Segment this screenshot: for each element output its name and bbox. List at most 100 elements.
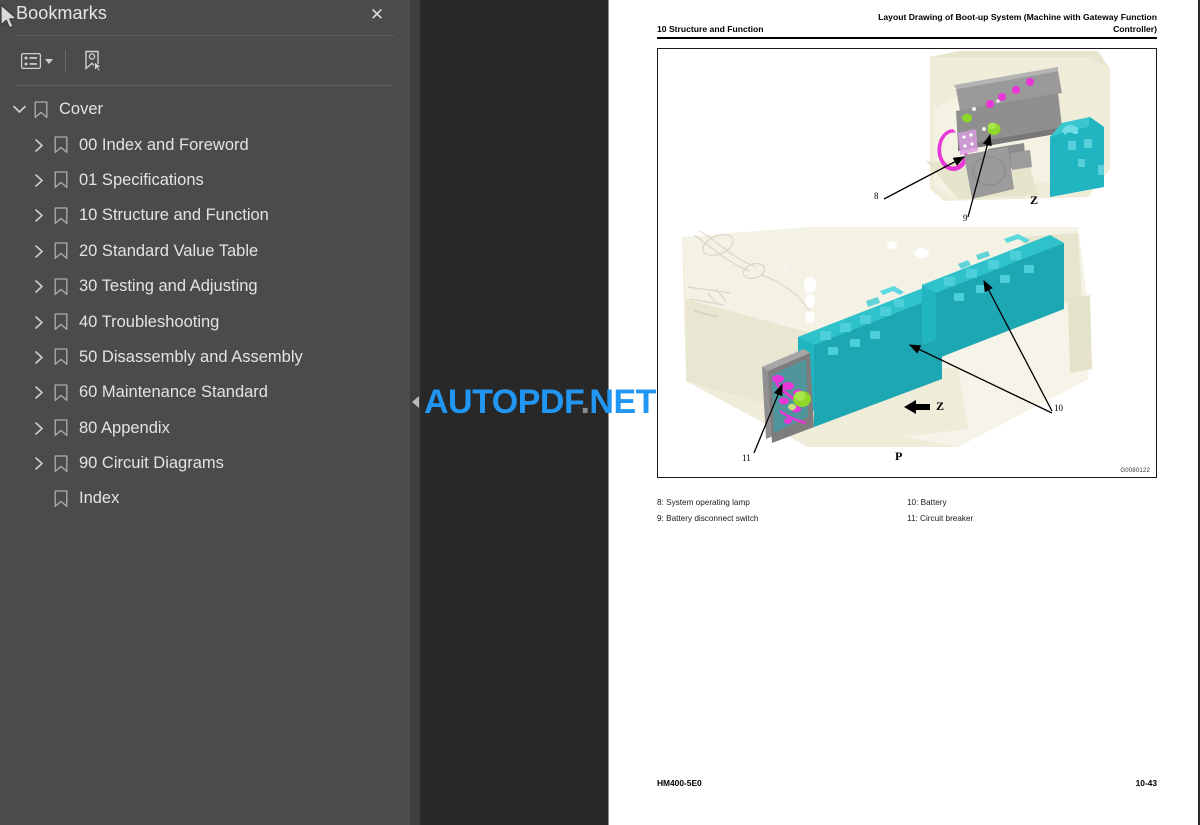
- chevron-right-icon[interactable]: [28, 315, 50, 329]
- bookmark-item-label: Cover: [59, 100, 104, 119]
- figure-top-view: [883, 51, 1110, 218]
- new-bookmark-icon[interactable]: [77, 46, 109, 76]
- chevron-right-icon: [34, 386, 43, 400]
- bookmark-glyph: [34, 101, 48, 118]
- figure-view-letter-z-top: Z: [1030, 193, 1039, 207]
- bookmark-item-30-testing-and-adjusting[interactable]: 30 Testing and Adjusting: [0, 269, 410, 304]
- technical-figure: 8 9 10 11 Z Z P G0080122: [657, 48, 1157, 478]
- bookmark-item-label: Index: [79, 489, 120, 508]
- figure-legend: 8: System operating lamp 9: Battery disc…: [657, 495, 1157, 526]
- bookmark-icon: [50, 136, 72, 154]
- bookmark-item-40-troubleshooting[interactable]: 40 Troubleshooting: [0, 304, 410, 339]
- bookmark-glyph: [54, 171, 68, 189]
- bookmark-glyph: [54, 242, 68, 260]
- bookmark-item-10-structure-and-function[interactable]: 10 Structure and Function: [0, 198, 410, 233]
- bookmark-item-label: 00 Index and Foreword: [79, 135, 249, 154]
- figure-view-letter-p: P: [895, 449, 903, 463]
- list-options-icon[interactable]: [16, 46, 58, 76]
- bookmark-icon: [50, 419, 72, 437]
- bookmark-item-20-standard-value-table[interactable]: 20 Standard Value Table: [0, 234, 410, 269]
- chevron-right-icon[interactable]: [28, 351, 50, 364]
- bookmark-icon: [50, 207, 72, 225]
- chevron-right-icon: [34, 244, 43, 258]
- header-title-label: Layout Drawing of Boot-up System (Machin…: [878, 12, 1157, 34]
- bookmark-item-label: 80 Appendix: [79, 418, 170, 437]
- bookmark-tree: Cover 00 Index and Foreword 01 Specificati…: [0, 92, 410, 517]
- chevron-right-icon[interactable]: [28, 244, 50, 258]
- bookmark-item-index[interactable]: Index: [0, 481, 410, 516]
- close-icon[interactable]: ✕: [364, 2, 390, 28]
- collapse-left-icon[interactable]: [412, 396, 419, 408]
- bookmark-glyph: [54, 490, 68, 508]
- bookmark-item-label: 60 Maintenance Standard: [79, 383, 268, 402]
- chevron-down-icon[interactable]: [8, 104, 30, 115]
- bookmark-icon: [50, 348, 72, 366]
- chevron-right-icon[interactable]: [28, 386, 50, 400]
- footer-page-number: 10-43: [1135, 778, 1157, 788]
- chevron-right-icon[interactable]: [28, 138, 50, 152]
- bookmark-item-label: 10 Structure and Function: [79, 206, 269, 225]
- chevron-down-icon: [45, 58, 53, 64]
- document-footer: HM400-5E0 10-43: [657, 778, 1157, 788]
- chevron-right-icon: [34, 351, 43, 364]
- bookmark-item-label: 90 Circuit Diagrams: [79, 454, 224, 473]
- chevron-right-icon[interactable]: [28, 457, 50, 470]
- bookmark-icon: [50, 384, 72, 402]
- figure-id-label: G0080122: [1120, 468, 1150, 474]
- chevron-right-icon[interactable]: [28, 280, 50, 293]
- bookmarks-toolbar: [16, 44, 109, 78]
- bookmarks-panel: Bookmarks ✕ Cover 00 Index and Foreword 01…: [0, 0, 410, 825]
- bookmark-item-50-disassembly-and-assembly[interactable]: 50 Disassembly and Assembly: [0, 340, 410, 375]
- chevron-right-icon[interactable]: [28, 421, 50, 435]
- divider-bottom: [16, 85, 394, 86]
- panel-splitter[interactable]: [410, 0, 420, 825]
- footer-model-label: HM400-5E0: [657, 778, 702, 788]
- legend-item: 11: Circuit breaker: [907, 513, 974, 523]
- pdf-page: 10 Structure and Function Layout Drawing…: [608, 0, 1198, 825]
- divider-top: [16, 35, 394, 36]
- bookmark-item-label: 20 Standard Value Table: [79, 241, 259, 260]
- bookmark-icon: [50, 313, 72, 331]
- figure-legend-left-column: 8: System operating lamp 9: Battery disc…: [657, 495, 907, 526]
- bookmark-item-label: 40 Troubleshooting: [79, 312, 220, 331]
- toolbar-divider: [65, 50, 66, 72]
- legend-item: 10: Battery: [907, 498, 947, 507]
- chevron-right-icon[interactable]: [28, 174, 50, 187]
- chevron-right-icon: [34, 457, 43, 470]
- bookmark-icon: [30, 101, 52, 119]
- bookmark-item-01-specifications[interactable]: 01 Specifications: [0, 163, 410, 198]
- page-title: Bookmarks: [16, 3, 107, 23]
- bookmark-icon: [50, 171, 72, 189]
- bookmark-icon: [50, 454, 72, 473]
- list-options-glyph: [21, 53, 41, 69]
- chevron-right-icon: [34, 209, 43, 223]
- header-section-label: 10 Structure and Function: [657, 24, 764, 34]
- bookmark-item-00-index-and-foreword[interactable]: 00 Index and Foreword: [0, 127, 410, 162]
- figure-bottom-view: [682, 227, 1092, 454]
- bookmark-glyph: [54, 207, 68, 224]
- figure-callout-9: 9: [963, 213, 968, 223]
- figure-legend-right-column: 10: Battery 11: Circuit breaker: [907, 495, 1157, 526]
- figure-illustration: [682, 51, 1110, 454]
- pdf-viewer-area[interactable]: 10 Structure and Function Layout Drawing…: [420, 0, 1200, 825]
- bookmark-glyph: [54, 313, 68, 331]
- bookmark-item-label: 30 Testing and Adjusting: [79, 277, 258, 296]
- bookmark-item-90-circuit-diagrams[interactable]: 90 Circuit Diagrams: [0, 446, 410, 481]
- figure-callout-10: 10: [1054, 403, 1063, 413]
- chevron-down-icon: [12, 105, 26, 113]
- chevron-right-icon: [34, 315, 43, 329]
- chevron-right-icon: [34, 138, 43, 152]
- bookmark-item-80-appendix[interactable]: 80 Appendix: [0, 411, 410, 446]
- new-bookmark-glyph: [85, 50, 103, 72]
- bookmark-item-cover[interactable]: Cover: [0, 92, 410, 127]
- bookmark-icon: [50, 242, 72, 260]
- figure-callout-11: 11: [742, 453, 751, 463]
- legend-item: 8: System operating lamp: [657, 498, 750, 507]
- bookmark-item-label: 50 Disassembly and Assembly: [79, 347, 303, 366]
- chevron-right-icon: [34, 280, 43, 293]
- bookmark-icon: [50, 490, 72, 508]
- bookmark-glyph: [54, 136, 68, 154]
- chevron-right-icon[interactable]: [28, 209, 50, 223]
- legend-item: 9: Battery disconnect switch: [657, 513, 759, 523]
- bookmark-item-60-maintenance-standard[interactable]: 60 Maintenance Standard: [0, 375, 410, 410]
